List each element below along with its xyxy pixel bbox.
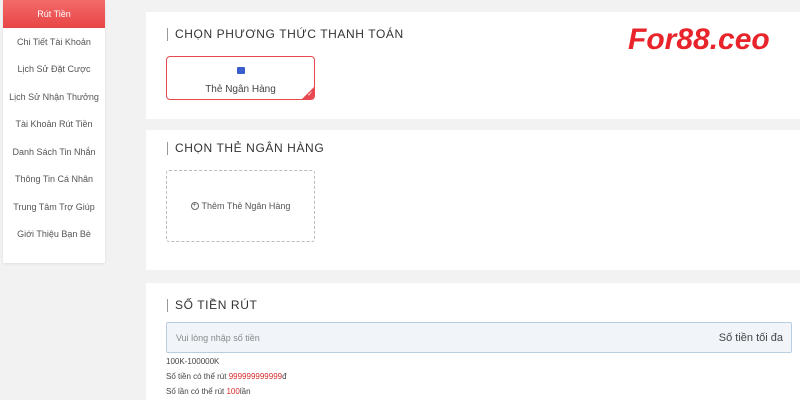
- bank-select-panel: CHỌN THẺ NGÂN HÀNG + Thêm Thẻ Ngân Hàng: [146, 130, 800, 270]
- check-icon: ✓: [307, 91, 313, 98]
- sidebar-item-reward-history[interactable]: Lịch Sử Nhận Thưởng: [3, 83, 105, 111]
- sidebar-item-personal-info[interactable]: Thông Tin Cá Nhân: [3, 166, 105, 194]
- sidebar-item-withdraw[interactable]: Rút Tiền: [3, 0, 105, 28]
- amount-range: 100K-100000K: [166, 357, 220, 366]
- withdraw-amount-panel: SỐ TIỀN RÚT Số tiền tối đa 100K-100000K …: [146, 283, 800, 400]
- max-amount-button[interactable]: Số tiền tối đa: [719, 332, 783, 344]
- amount-field: Số tiền tối đa: [166, 322, 792, 353]
- account-sidebar: Rút Tiền Chi Tiết Tài Khoản Lịch Sử Đặt …: [3, 0, 105, 263]
- amount-title: SỐ TIỀN RÚT: [167, 299, 257, 312]
- plus-circle-icon: +: [190, 202, 199, 210]
- add-bank-label: Thêm Thẻ Ngân Hàng: [201, 201, 291, 211]
- withdraw-times: Số lần có thể rút 100lần: [166, 387, 251, 396]
- withdraw-times-label: Số lần có thể rút: [166, 387, 227, 396]
- brand-logo: For88.ceo: [628, 23, 770, 56]
- payment-method-title: CHỌN PHƯƠNG THỨC THANH TOÁN: [167, 28, 404, 41]
- amount-input[interactable]: [176, 332, 576, 343]
- sidebar-item-withdraw-accounts[interactable]: Tài Khoản Rút Tiền: [3, 111, 105, 139]
- withdraw-times-unit: lần: [239, 387, 251, 396]
- bank-card-icon: [237, 67, 245, 74]
- bank-select-title: CHỌN THẺ NGÂN HÀNG: [167, 142, 324, 155]
- svg-text:For88.ceo: For88.ceo: [628, 23, 770, 56]
- withdraw-times-value: 100: [226, 387, 240, 396]
- withdrawable-currency: đ: [282, 372, 287, 381]
- sidebar-item-account-details[interactable]: Chi Tiết Tài Khoản: [3, 28, 105, 56]
- method-label: Thẻ Ngân Hàng: [205, 84, 276, 95]
- bank-card-method-option[interactable]: Thẻ Ngân Hàng ✓: [166, 56, 315, 100]
- sidebar-item-bet-history[interactable]: Lịch Sử Đặt Cược: [3, 56, 105, 84]
- sidebar-item-help-center[interactable]: Trung Tâm Trợ Giúp: [3, 193, 105, 221]
- withdrawable-label: Số tiền có thể rút: [166, 372, 229, 381]
- add-bank-card-button[interactable]: + Thêm Thẻ Ngân Hàng: [166, 170, 315, 242]
- withdrawable-value: 999999999999: [228, 372, 283, 381]
- sidebar-item-messages[interactable]: Danh Sách Tin Nhắn: [3, 138, 105, 166]
- sidebar-item-refer-friends[interactable]: Giới Thiệu Bạn Bè: [3, 221, 105, 249]
- withdrawable-amount: Số tiền có thể rút 999999999999đ: [166, 372, 287, 381]
